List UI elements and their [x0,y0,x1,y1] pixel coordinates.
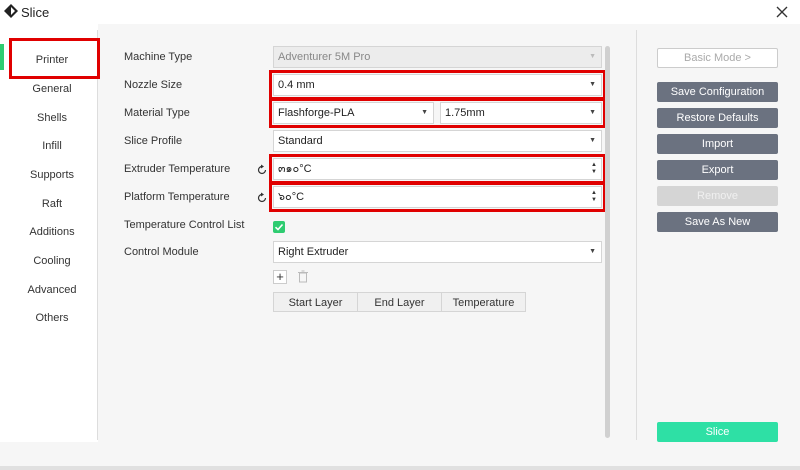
table-header-end-layer[interactable]: End Layer [357,292,442,312]
sidebar-item-general[interactable]: General [8,77,96,101]
slice-button[interactable]: Slice [657,422,778,442]
save-as-new-button[interactable]: Save As New [657,212,778,232]
sidebar-item-advanced[interactable]: Advanced [8,278,96,302]
checkmark-icon [274,223,284,231]
filament-diameter-select[interactable]: 1.75mm ▼ [440,102,602,124]
form-scrollbar[interactable] [605,46,610,438]
temperature-control-list-label: Temperature Control List [124,219,245,231]
actions-divider [636,30,637,440]
sidebar-item-cooling[interactable]: Cooling [8,249,96,273]
material-type-select[interactable]: Flashforge-PLA ▼ [273,102,434,124]
restore-defaults-button[interactable]: Restore Defaults [657,108,778,128]
title-bar: Slice [0,0,800,24]
export-button[interactable]: Export [657,160,778,180]
platform-temperature-label: Platform Temperature [124,191,230,203]
sidebar-item-raft[interactable]: Raft [8,192,96,216]
sidebar-item-additions[interactable]: Additions [8,220,96,244]
table-header-start-layer[interactable]: Start Layer [273,292,358,312]
reset-icon[interactable] [256,164,268,176]
machine-type-label: Machine Type [124,51,193,63]
reset-icon[interactable] [256,192,268,204]
filament-diameter-value: 1.75mm [445,107,485,119]
extruder-temperature-spinbox[interactable]: ๓๑๐°C ▲ ▼ [273,158,602,180]
slice-profile-label: Slice Profile [124,135,183,147]
machine-type-value: Adventurer 5M Pro [278,51,371,63]
material-type-value: Flashforge-PLA [278,107,355,119]
chevron-down-icon: ▼ [589,248,596,255]
table-header-temperature[interactable]: Temperature [441,292,526,312]
sidebar-item-printer[interactable]: Printer [8,48,96,72]
sidebar-item-others[interactable]: Others [8,306,96,330]
settings-sidebar: Printer General Shells Infill Supports R… [0,24,98,442]
control-module-value: Right Extruder [278,246,349,258]
platform-temperature-spinbox[interactable]: ๖๐°C ▲ ▼ [273,186,602,208]
import-button[interactable]: Import [657,134,778,154]
trash-icon [298,270,308,283]
dialog-content: Printer General Shells Infill Supports R… [0,24,800,466]
save-configuration-button[interactable]: Save Configuration [657,82,778,102]
platform-temperature-value: ๖๐°C [278,191,305,203]
extruder-temperature-label: Extruder Temperature [124,163,231,175]
nozzle-size-value: 0.4 mm [278,79,315,91]
slice-dialog: Slice Printer General Shells Infill Supp… [0,0,800,466]
window-title: Slice [21,5,50,20]
extruder-temperature-value: ๓๑๐°C [278,163,312,175]
sidebar-item-infill[interactable]: Infill [8,134,96,158]
chevron-down-icon: ▼ [421,109,428,116]
slice-profile-value: Standard [278,135,323,147]
slice-profile-select[interactable]: Standard ▼ [273,130,602,152]
plus-icon[interactable]: + [273,270,287,284]
nozzle-size-label: Nozzle Size [124,79,183,91]
chevron-down-icon: ▼ [589,53,596,60]
close-icon[interactable] [772,2,792,22]
control-module-select[interactable]: Right Extruder ▼ [273,241,602,263]
machine-type-select: Adventurer 5M Pro ▼ [273,46,602,68]
chevron-down-icon: ▼ [589,137,596,144]
basic-mode-button[interactable]: Basic Mode > [657,48,778,68]
material-type-label: Material Type [124,107,190,119]
chevron-down-icon: ▼ [589,109,596,116]
temperature-control-list-checkbox[interactable] [273,221,285,233]
remove-button[interactable]: Remove [657,186,778,206]
app-diamond-icon [4,4,18,18]
sidebar-divider [97,30,98,440]
spin-arrows-icon[interactable]: ▲ ▼ [591,162,597,176]
sidebar-item-shells[interactable]: Shells [8,106,96,130]
control-module-label: Control Module [124,246,199,258]
window-bottom-strip [0,466,800,470]
active-indicator [0,44,4,70]
spin-arrows-icon[interactable]: ▲ ▼ [591,190,597,204]
chevron-down-icon: ▼ [589,81,596,88]
nozzle-size-select[interactable]: 0.4 mm ▼ [273,74,602,96]
sidebar-item-supports[interactable]: Supports [8,163,96,187]
